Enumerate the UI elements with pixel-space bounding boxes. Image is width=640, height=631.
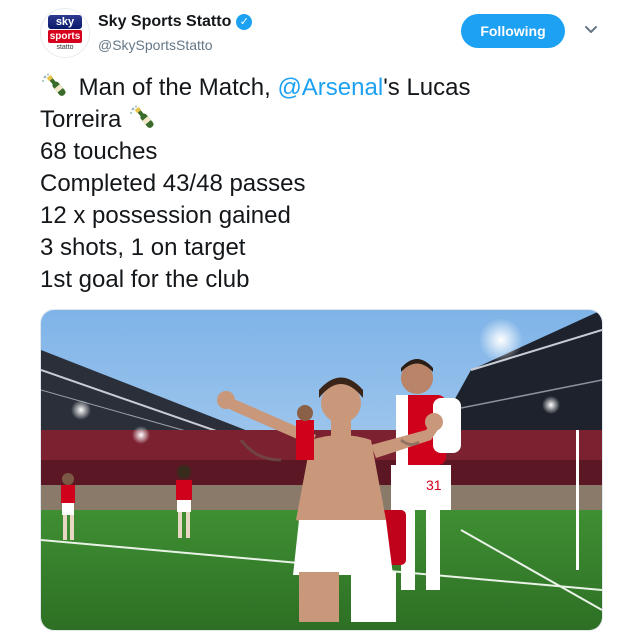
tweet-text: Man of the Match, @Arsenal's Lucas Torre…	[40, 72, 620, 296]
avatar[interactable]: sky sports statto	[40, 8, 90, 58]
tweet-line-2: Torreira	[40, 104, 620, 136]
tweet-photo[interactable]: 31	[40, 309, 603, 631]
author-handle[interactable]: @SkySportsStatto	[98, 37, 213, 53]
tweet-line-2-text: Torreira	[40, 106, 129, 133]
avatar-sports-text: sports	[48, 30, 82, 43]
shirt-number-31: 31	[426, 477, 442, 493]
author-name-row[interactable]: Sky Sports Statto ✓	[98, 13, 253, 31]
chevron-down-icon[interactable]	[582, 20, 600, 38]
tweet-line-1-pre: Man of the Match,	[72, 74, 278, 101]
tweet-line-1: Man of the Match, @Arsenal's Lucas	[40, 72, 620, 104]
celebration-photo: 31	[41, 310, 602, 630]
arsenal-mention-link[interactable]: @Arsenal	[277, 74, 383, 101]
avatar-statto-text: statto	[56, 44, 74, 51]
tweet-line-4: Completed 43/48 passes	[40, 170, 306, 197]
following-button[interactable]: Following	[461, 14, 565, 48]
tweet-line-1-post: 's Lucas	[383, 74, 471, 101]
author-display-name[interactable]: Sky Sports Statto	[98, 13, 231, 30]
avatar-sky-text: sky	[48, 15, 82, 29]
tweet-line-6: 3 shots, 1 on target	[40, 234, 246, 261]
tweet-line-3: 68 touches	[40, 138, 158, 165]
tweet-line-7: 1st goal for the club	[40, 266, 250, 293]
champagne-bottle-icon	[42, 73, 66, 96]
champagne-bottle-icon	[130, 105, 154, 128]
tweet-line-5: 12 x possession gained	[40, 202, 291, 229]
verified-badge-icon: ✓	[236, 14, 253, 30]
